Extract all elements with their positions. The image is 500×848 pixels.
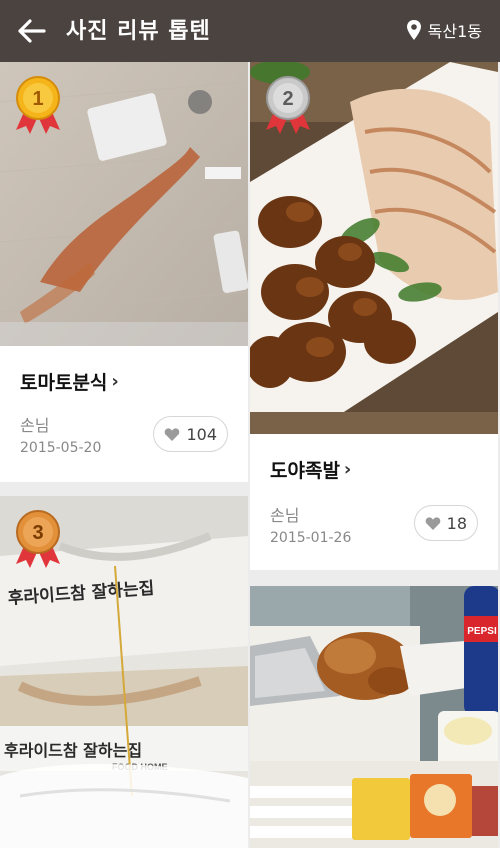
review-photo-image: PEPSI bbox=[250, 586, 498, 848]
review-date: 2015-01-26 bbox=[270, 530, 352, 546]
box-print-text: 후라이드참 잘하는집 bbox=[4, 741, 142, 760]
location-label: 독산1동 bbox=[427, 22, 482, 41]
like-button[interactable]: 18 bbox=[413, 505, 478, 541]
review-info: 도야족발 › 손님 2015-01-26 18 bbox=[250, 434, 498, 570]
rank-number: 3 bbox=[32, 522, 43, 544]
like-count: 104 bbox=[186, 424, 217, 444]
like-count: 18 bbox=[446, 513, 467, 533]
review-card[interactable]: 1 토마토분식 › 손님 2015-05-20 104 bbox=[0, 62, 248, 482]
chevron-right-icon: › bbox=[343, 459, 352, 480]
reviewer-name: 손님 bbox=[270, 506, 300, 525]
shop-link[interactable]: 토마토분식 › bbox=[20, 368, 119, 395]
silver-medal-icon: 2 bbox=[266, 76, 310, 134]
like-button[interactable]: 104 bbox=[153, 416, 228, 452]
chevron-right-icon: › bbox=[111, 371, 119, 392]
bronze-medal-icon: 3 bbox=[16, 510, 60, 568]
review-info: 토마토분식 › 손님 2015-05-20 104 bbox=[0, 346, 248, 482]
review-photo[interactable]: 2 bbox=[250, 62, 498, 434]
rank-number: 2 bbox=[282, 88, 293, 110]
review-photo[interactable]: 1 bbox=[0, 62, 248, 346]
shop-name: 토마토분식 bbox=[20, 372, 108, 394]
shop-name: 도야족발 bbox=[270, 460, 340, 482]
reviewer-name: 손님 bbox=[20, 416, 50, 435]
pepsi-can-text: PEPSI bbox=[467, 626, 497, 637]
location-selector[interactable]: 독산1동 bbox=[406, 18, 482, 42]
review-photo[interactable]: 후라이드참 잘하는집 후라이드참 잘하는집 FOOD HOME 3 bbox=[0, 496, 248, 848]
review-card[interactable]: 후라이드참 잘하는집 후라이드참 잘하는집 FOOD HOME 3 bbox=[0, 496, 248, 848]
arrow-left-icon bbox=[18, 19, 46, 43]
shop-link[interactable]: 도야족발 › bbox=[270, 456, 351, 483]
back-button[interactable] bbox=[14, 14, 50, 48]
page-title: 사진 리뷰 톱텐 bbox=[66, 19, 211, 44]
gold-medal-icon: 1 bbox=[16, 76, 60, 134]
rank-number: 1 bbox=[32, 88, 43, 110]
heart-icon bbox=[165, 427, 180, 441]
heart-icon bbox=[425, 516, 440, 530]
review-card[interactable]: PEPSI bbox=[250, 586, 498, 848]
review-date: 2015-05-20 bbox=[20, 440, 102, 456]
app-bar: 사진 리뷰 톱텐 독산1동 bbox=[0, 0, 500, 62]
map-pin-icon bbox=[406, 20, 421, 40]
review-photo[interactable]: PEPSI bbox=[250, 586, 498, 848]
review-card[interactable]: 2 도야족발 › 손님 2015-01-26 18 bbox=[250, 62, 498, 570]
